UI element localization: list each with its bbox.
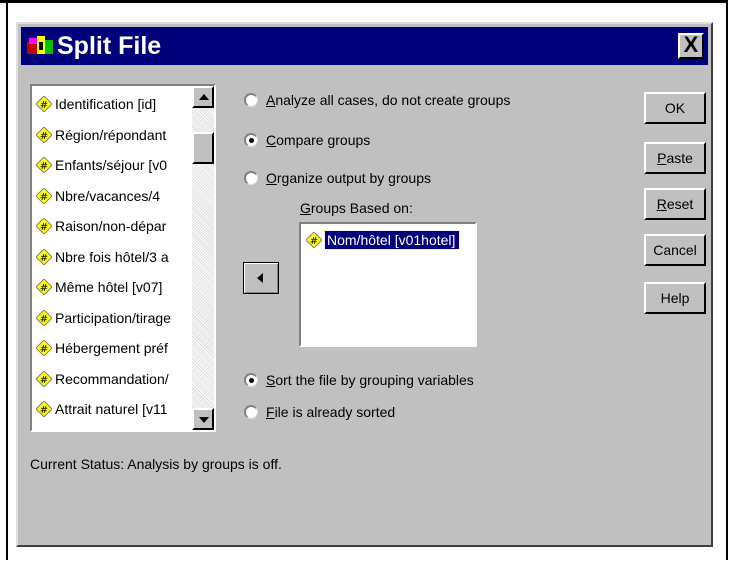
close-button[interactable]: X [678, 33, 704, 59]
nominal-variable-icon: # [36, 157, 52, 173]
ok-button[interactable]: OK [644, 92, 706, 124]
group-variable-label: Nom/hôtel [v01hotel] [323, 230, 461, 250]
nominal-variable-icon: # [36, 340, 52, 356]
move-variable-button[interactable] [243, 262, 279, 294]
group-variable-item[interactable]: # Nom/hôtel [v01hotel] [306, 229, 461, 251]
svg-text:#: # [40, 283, 48, 294]
svg-text:#: # [40, 314, 48, 325]
radio-compare-groups[interactable]: Compare groups [244, 132, 370, 148]
svg-text:#: # [40, 222, 48, 233]
nominal-variable-icon: # [36, 370, 52, 387]
svg-text:#: # [40, 161, 48, 172]
nominal-variable-icon: # [36, 126, 52, 143]
radio-sort-file-button[interactable] [244, 373, 258, 387]
variable-label: Nbre fois hôtel/3 a [55, 248, 169, 265]
variable-list-item[interactable]: # Raison/non-dépar [36, 214, 206, 238]
nominal-variable-icon: # [36, 248, 52, 265]
variable-label: Nbre/vacances/4 [55, 187, 161, 204]
variable-label: Hébergement préf [55, 340, 168, 356]
variable-list[interactable]: # Identification [id] # Région/répondant # En… [30, 84, 216, 432]
nominal-variable-icon: # [36, 279, 52, 295]
svg-text:#: # [310, 236, 318, 247]
svg-text:#: # [40, 405, 48, 416]
radio-organize-output-label: Organize output by groups [266, 170, 431, 186]
svg-text:#: # [40, 192, 48, 203]
nominal-variable-icon: # [36, 309, 52, 326]
variable-label: Enfants/séjour [v0 [55, 157, 168, 173]
radio-already-sorted[interactable]: File is already sorted [244, 404, 395, 420]
svg-text:#: # [40, 253, 48, 264]
variable-label: Raison/non-dépar [55, 218, 167, 234]
radio-organize-output[interactable]: Organize output by groups [244, 170, 431, 186]
svg-text:#: # [40, 131, 48, 142]
arrow-down-icon [199, 417, 209, 423]
radio-analyze-all-button[interactable] [244, 93, 258, 107]
scroll-down-button[interactable] [192, 408, 214, 430]
svg-text:#: # [40, 344, 48, 355]
svg-text:#: # [40, 375, 48, 386]
svg-text:#: # [40, 100, 48, 111]
variable-list-item[interactable]: # Enfants/séjour [v0 [36, 153, 206, 177]
variable-list-item[interactable]: # Région/répondant [36, 123, 206, 147]
variable-list-scrollbar[interactable] [192, 86, 214, 430]
variable-list-item[interactable]: # Nbre/vacances/4 [36, 184, 206, 208]
window-title: Split File [57, 32, 162, 60]
spss-app-icon [27, 36, 53, 54]
nominal-variable-icon: # [36, 96, 52, 112]
title-bar[interactable]: Split File X [21, 27, 708, 65]
variable-label: Participation/tirage [55, 309, 171, 326]
nominal-variable-icon: # [36, 187, 52, 204]
outer-frame-top [0, 0, 726, 3]
help-button[interactable]: Help [644, 282, 706, 314]
radio-compare-groups-label: Compare groups [266, 132, 371, 148]
cancel-button[interactable]: Cancel [644, 234, 706, 266]
groups-based-on-label: Groups Based on: [300, 200, 413, 216]
current-status: Current Status: Analysis by groups is of… [30, 456, 282, 472]
variable-list-item[interactable]: # Attrait naturel [v11 [36, 397, 206, 421]
arrow-up-icon [199, 94, 209, 100]
reset-button[interactable]: Reset [644, 188, 706, 220]
arrow-left-icon [257, 273, 263, 283]
variable-list-item[interactable]: # Participation/tirage [36, 306, 206, 330]
variable-label: Identification [id] [55, 96, 157, 112]
variable-label: Recommandation/ [55, 370, 169, 387]
radio-compare-groups-button[interactable] [244, 133, 258, 147]
outer-frame-right [726, 0, 728, 560]
radio-sort-file-label: Sort the file by grouping variables [266, 372, 474, 388]
radio-analyze-all-label: Analyze all cases, do not create groups [266, 92, 511, 108]
variable-list-item[interactable]: # Identification [id] [36, 92, 206, 116]
variable-label: Même hôtel [v07] [55, 279, 163, 295]
variable-list-item[interactable]: # Nbre fois hôtel/3 a [36, 245, 206, 269]
outer-frame-left [6, 0, 8, 560]
radio-sort-file[interactable]: Sort the file by grouping variables [244, 372, 474, 388]
nominal-variable-icon: # [306, 232, 322, 248]
groups-based-on-list[interactable]: # Nom/hôtel [v01hotel] [299, 222, 477, 347]
scroll-thumb[interactable] [192, 132, 214, 164]
nominal-variable-icon: # [36, 401, 52, 417]
variable-label: Région/répondant [55, 126, 167, 143]
variable-list-item[interactable]: # Recommandation/ [36, 367, 206, 391]
split-file-dialog: Split File X # Identification [id] # Région… [16, 22, 713, 547]
variable-list-item[interactable]: # Même hôtel [v07] [36, 275, 206, 299]
radio-organize-output-button[interactable] [244, 171, 258, 185]
radio-analyze-all[interactable]: Analyze all cases, do not create groups [244, 92, 510, 108]
nominal-variable-icon: # [36, 218, 52, 234]
scroll-up-button[interactable] [192, 86, 214, 108]
radio-already-sorted-button[interactable] [244, 405, 258, 419]
close-icon: X [683, 32, 699, 57]
paste-button[interactable]: Paste [644, 142, 706, 174]
variable-label: Attrait naturel [v11 [55, 401, 168, 417]
radio-already-sorted-label: File is already sorted [266, 404, 396, 420]
variable-list-item[interactable]: # Hébergement préf [36, 336, 206, 360]
